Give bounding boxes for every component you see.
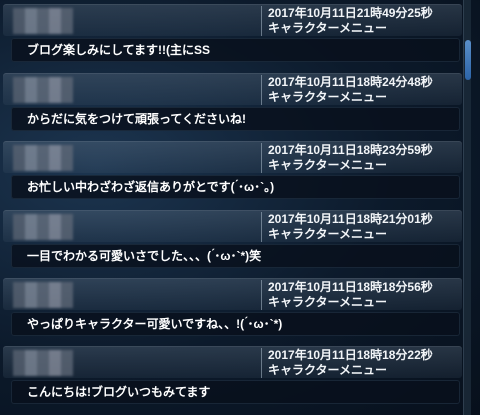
comment-entry: 2017年10月11日18時21分01秒 キャラクターメニュー 一目でわかる可愛… <box>3 206 462 272</box>
avatar[interactable] <box>13 145 73 171</box>
comment-timestamp: 2017年10月11日18時18分22秒 <box>268 348 433 362</box>
comment-category: キャラクターメニュー <box>268 90 388 104</box>
comment-text: やっぱりキャラクター可愛いですね、、!( ́･ω･`*) <box>27 317 283 331</box>
comment-body: お忙しい中わざわざ返信ありがとです( ́･ω･`。) <box>11 175 460 199</box>
comment-category: キャラクターメニュー <box>268 363 388 377</box>
comment-entry: 2017年10月11日18時18分22秒 キャラクターメニュー こんにちは!ブロ… <box>3 342 462 408</box>
comment-timestamp: 2017年10月11日18時18分56秒 <box>268 280 433 294</box>
comment-category: キャラクターメニュー <box>268 227 388 241</box>
comment-header[interactable]: 2017年10月11日18時18分56秒 キャラクターメニュー <box>3 278 462 310</box>
avatar[interactable] <box>13 214 73 240</box>
comment-category: キャラクターメニュー <box>268 295 388 309</box>
comment-category: キャラクターメニュー <box>268 158 388 172</box>
comment-list: 2017年10月11日21時49分25秒 キャラクターメニュー ブログ楽しみにし… <box>3 0 462 415</box>
comment-header[interactable]: 2017年10月11日21時49分25秒 キャラクターメニュー <box>3 4 462 36</box>
comment-text: こんにちは!ブログいつもみてます <box>27 385 211 399</box>
comment-body: 一目でわかる可愛いさでした、、、( ́･ω･`*)笑 <box>11 244 460 268</box>
scrollbar[interactable] <box>463 0 471 415</box>
avatar[interactable] <box>13 282 73 308</box>
comment-meta: 2017年10月11日18時21分01秒 キャラクターメニュー <box>261 212 461 242</box>
comment-entry: 2017年10月11日18時24分48秒 キャラクターメニュー からだに気をつけ… <box>3 69 462 135</box>
comment-body: やっぱりキャラクター可愛いですね、、!( ́･ω･`*) <box>11 312 460 336</box>
avatar[interactable] <box>13 8 73 34</box>
comment-meta: 2017年10月11日18時24分48秒 キャラクターメニュー <box>261 75 461 105</box>
avatar[interactable] <box>13 350 73 376</box>
comment-meta: 2017年10月11日18時18分56秒 キャラクターメニュー <box>261 280 461 310</box>
comment-text: からだに気をつけて頑張ってくださいね! <box>27 112 247 126</box>
comment-body: ブログ楽しみにしてます!!(主にSS <box>11 38 460 62</box>
comment-header[interactable]: 2017年10月11日18時21分01秒 キャラクターメニュー <box>3 210 462 242</box>
comment-header[interactable]: 2017年10月11日18時18分22秒 キャラクターメニュー <box>3 346 462 378</box>
comment-entry: 2017年10月11日18時18分56秒 キャラクターメニュー やっぱりキャラク… <box>3 274 462 340</box>
comment-timestamp: 2017年10月11日21時49分25秒 <box>268 6 433 20</box>
comment-header[interactable]: 2017年10月11日18時23分59秒 キャラクターメニュー <box>3 141 462 173</box>
comment-timestamp: 2017年10月11日18時21分01秒 <box>268 212 433 226</box>
comment-text: ブログ楽しみにしてます!!(主にSS <box>27 43 211 57</box>
comment-entry: 2017年10月11日21時49分25秒 キャラクターメニュー ブログ楽しみにし… <box>3 0 462 66</box>
comment-meta: 2017年10月11日21時49分25秒 キャラクターメニュー <box>261 6 461 36</box>
comment-category: キャラクターメニュー <box>268 21 388 35</box>
comment-timestamp: 2017年10月11日18時23分59秒 <box>268 143 433 157</box>
comment-header[interactable]: 2017年10月11日18時24分48秒 キャラクターメニュー <box>3 73 462 105</box>
comment-meta: 2017年10月11日18時18分22秒 キャラクターメニュー <box>261 348 461 378</box>
avatar[interactable] <box>13 77 73 103</box>
scrollbar-thumb[interactable] <box>465 40 471 80</box>
comment-text: お忙しい中わざわざ返信ありがとです( ́･ω･`。) <box>27 180 275 194</box>
comment-entry: 2017年10月11日18時23分59秒 キャラクターメニュー お忙しい中わざわ… <box>3 137 462 203</box>
comment-timestamp: 2017年10月11日18時24分48秒 <box>268 75 433 89</box>
comment-body: からだに気をつけて頑張ってくださいね! <box>11 107 460 131</box>
comment-body: こんにちは!ブログいつもみてます <box>11 380 460 404</box>
comment-text: 一目でわかる可愛いさでした、、、( ́･ω･`*)笑 <box>27 249 262 263</box>
comment-meta: 2017年10月11日18時23分59秒 キャラクターメニュー <box>261 143 461 173</box>
